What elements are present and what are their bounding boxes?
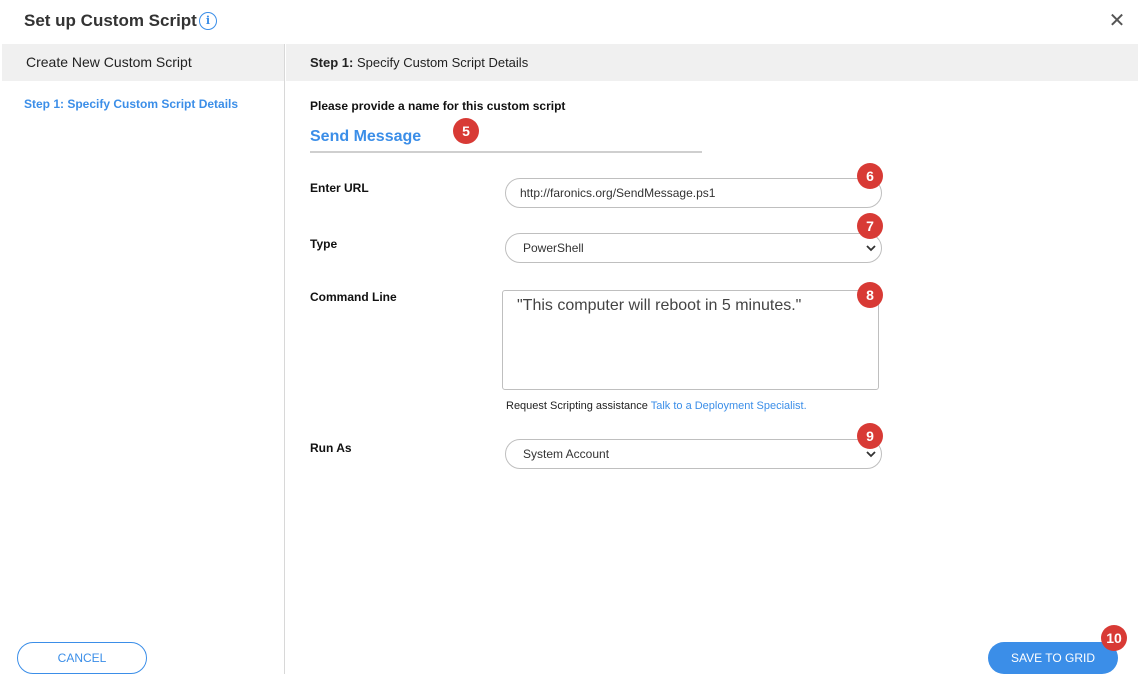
dialog-title: Set up Custom Script [24, 11, 197, 30]
callout-badge-6: 6 [857, 163, 883, 189]
command-line-label: Command Line [310, 290, 397, 304]
callout-badge-7: 7 [857, 213, 883, 239]
step-header-text: Specify Custom Script Details [356, 55, 529, 70]
sidebar: Create New Custom Script Step 1: Specify… [2, 44, 285, 674]
deployment-specialist-link[interactable]: Talk to a Deployment Specialist. [651, 400, 807, 412]
run-as-select-value: System Account [523, 447, 610, 461]
chevron-down-icon [866, 451, 876, 458]
save-to-grid-button[interactable]: SAVE TO GRID [988, 642, 1118, 674]
command-line-textarea[interactable]: "This computer will reboot in 5 minutes.… [502, 290, 879, 390]
callout-badge-9: 9 [857, 423, 883, 449]
close-icon[interactable]: ✕ [1108, 10, 1126, 32]
info-icon[interactable]: i [199, 12, 217, 30]
script-name-input[interactable]: Send Message [310, 128, 421, 146]
cancel-button[interactable]: CANCEL [17, 642, 147, 674]
callout-badge-5: 5 [453, 118, 479, 144]
run-as-select[interactable]: System Account [505, 439, 882, 469]
callout-badge-10: 10 [1101, 625, 1127, 651]
type-select-value: PowerShell [523, 241, 584, 255]
assist-text: Request Scripting assistance [506, 400, 648, 412]
callout-badge-8: 8 [857, 282, 883, 308]
name-prompt: Please provide a name for this custom sc… [310, 99, 566, 113]
step-header: Step 1: Specify Custom Script Details [286, 44, 1138, 81]
sidebar-item-step-1[interactable]: Step 1: Specify Custom Script Details [24, 97, 238, 111]
dialog-header: Set up Custom Script i ✕ [0, 0, 1138, 44]
url-input[interactable]: http://faronics.org/SendMessage.ps1 [505, 178, 882, 208]
script-name-underline [310, 151, 702, 153]
step-header-prefix: Step 1: [310, 55, 354, 70]
type-select[interactable]: PowerShell [505, 233, 882, 263]
type-label: Type [310, 237, 338, 251]
scripting-assist: Request Scripting assistance Talk to a D… [506, 400, 807, 412]
run-as-label: Run As [310, 441, 352, 455]
url-label: Enter URL [310, 181, 369, 195]
sidebar-header: Create New Custom Script [2, 44, 284, 81]
chevron-down-icon [866, 245, 876, 252]
